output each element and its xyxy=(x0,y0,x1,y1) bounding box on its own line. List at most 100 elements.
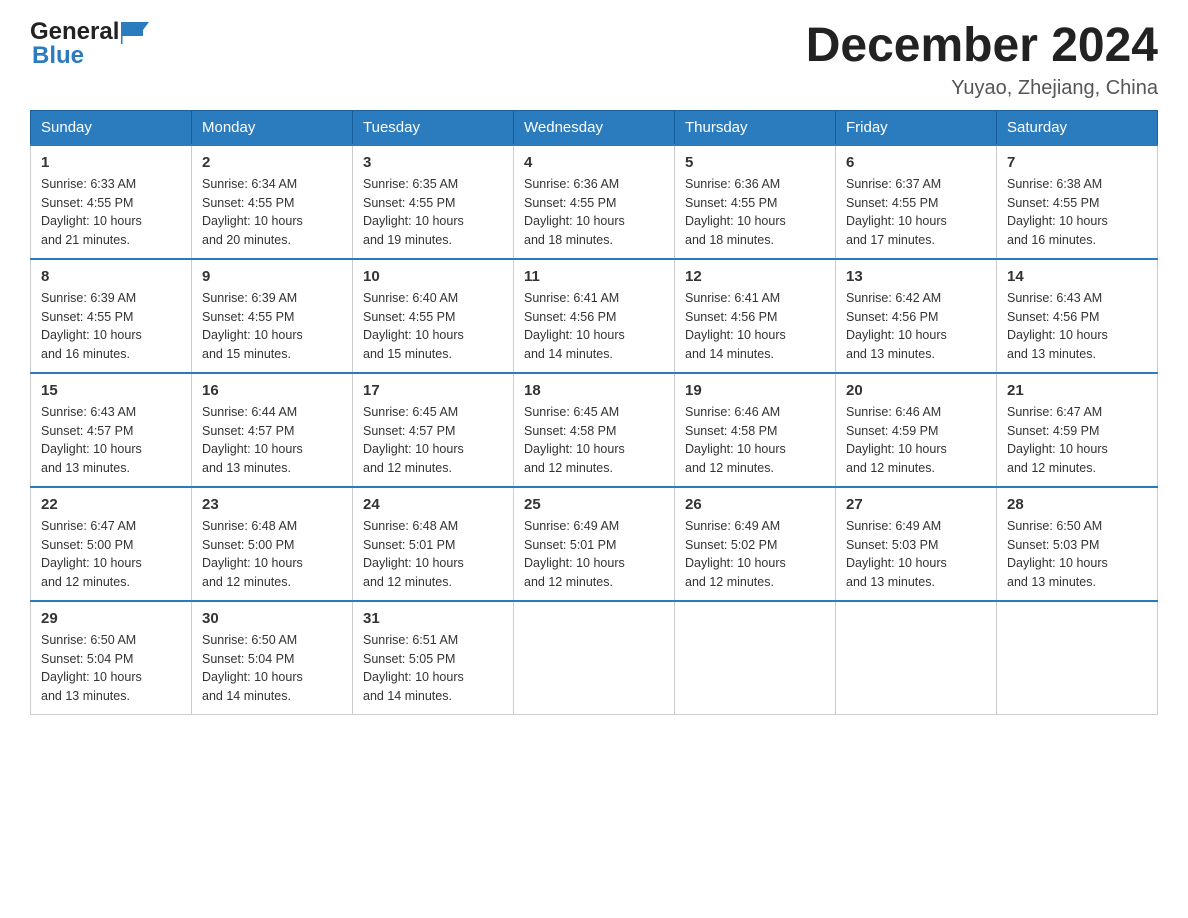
calendar-cell: 25 Sunrise: 6:49 AM Sunset: 5:01 PM Dayl… xyxy=(514,487,675,601)
calendar-cell xyxy=(675,601,836,715)
header-tuesday: Tuesday xyxy=(353,110,514,145)
day-info: Sunrise: 6:50 AM Sunset: 5:04 PM Dayligh… xyxy=(41,631,181,706)
day-number: 11 xyxy=(524,268,664,285)
day-number: 16 xyxy=(202,382,342,399)
day-number: 31 xyxy=(363,610,503,627)
day-number: 1 xyxy=(41,154,181,171)
logo: General Blue xyxy=(30,20,149,68)
day-info: Sunrise: 6:44 AM Sunset: 4:57 PM Dayligh… xyxy=(202,403,342,478)
calendar-header-row: Sunday Monday Tuesday Wednesday Thursday… xyxy=(31,110,1158,145)
day-info: Sunrise: 6:36 AM Sunset: 4:55 PM Dayligh… xyxy=(685,175,825,250)
day-number: 10 xyxy=(363,268,503,285)
day-number: 8 xyxy=(41,268,181,285)
day-number: 6 xyxy=(846,154,986,171)
header-thursday: Thursday xyxy=(675,110,836,145)
calendar-cell: 9 Sunrise: 6:39 AM Sunset: 4:55 PM Dayli… xyxy=(192,259,353,373)
calendar-cell: 5 Sunrise: 6:36 AM Sunset: 4:55 PM Dayli… xyxy=(675,145,836,259)
calendar-cell: 1 Sunrise: 6:33 AM Sunset: 4:55 PM Dayli… xyxy=(31,145,192,259)
header-friday: Friday xyxy=(836,110,997,145)
calendar-cell xyxy=(514,601,675,715)
header-sunday: Sunday xyxy=(31,110,192,145)
day-info: Sunrise: 6:38 AM Sunset: 4:55 PM Dayligh… xyxy=(1007,175,1147,250)
day-info: Sunrise: 6:46 AM Sunset: 4:59 PM Dayligh… xyxy=(846,403,986,478)
day-info: Sunrise: 6:49 AM Sunset: 5:01 PM Dayligh… xyxy=(524,517,664,592)
calendar-cell: 18 Sunrise: 6:45 AM Sunset: 4:58 PM Dayl… xyxy=(514,373,675,487)
week-row-3: 15 Sunrise: 6:43 AM Sunset: 4:57 PM Dayl… xyxy=(31,373,1158,487)
day-info: Sunrise: 6:37 AM Sunset: 4:55 PM Dayligh… xyxy=(846,175,986,250)
day-info: Sunrise: 6:42 AM Sunset: 4:56 PM Dayligh… xyxy=(846,289,986,364)
calendar-cell: 27 Sunrise: 6:49 AM Sunset: 5:03 PM Dayl… xyxy=(836,487,997,601)
calendar-cell: 22 Sunrise: 6:47 AM Sunset: 5:00 PM Dayl… xyxy=(31,487,192,601)
day-info: Sunrise: 6:49 AM Sunset: 5:02 PM Dayligh… xyxy=(685,517,825,592)
day-info: Sunrise: 6:50 AM Sunset: 5:03 PM Dayligh… xyxy=(1007,517,1147,592)
calendar-cell: 4 Sunrise: 6:36 AM Sunset: 4:55 PM Dayli… xyxy=(514,145,675,259)
day-number: 9 xyxy=(202,268,342,285)
day-info: Sunrise: 6:39 AM Sunset: 4:55 PM Dayligh… xyxy=(41,289,181,364)
day-info: Sunrise: 6:43 AM Sunset: 4:57 PM Dayligh… xyxy=(41,403,181,478)
day-number: 17 xyxy=(363,382,503,399)
calendar-cell: 17 Sunrise: 6:45 AM Sunset: 4:57 PM Dayl… xyxy=(353,373,514,487)
calendar-cell: 29 Sunrise: 6:50 AM Sunset: 5:04 PM Dayl… xyxy=(31,601,192,715)
calendar-cell: 24 Sunrise: 6:48 AM Sunset: 5:01 PM Dayl… xyxy=(353,487,514,601)
calendar-cell: 8 Sunrise: 6:39 AM Sunset: 4:55 PM Dayli… xyxy=(31,259,192,373)
day-number: 28 xyxy=(1007,496,1147,513)
week-row-5: 29 Sunrise: 6:50 AM Sunset: 5:04 PM Dayl… xyxy=(31,601,1158,715)
calendar-cell: 21 Sunrise: 6:47 AM Sunset: 4:59 PM Dayl… xyxy=(997,373,1158,487)
day-info: Sunrise: 6:47 AM Sunset: 5:00 PM Dayligh… xyxy=(41,517,181,592)
day-number: 27 xyxy=(846,496,986,513)
day-info: Sunrise: 6:34 AM Sunset: 4:55 PM Dayligh… xyxy=(202,175,342,250)
day-info: Sunrise: 6:51 AM Sunset: 5:05 PM Dayligh… xyxy=(363,631,503,706)
calendar-cell: 2 Sunrise: 6:34 AM Sunset: 4:55 PM Dayli… xyxy=(192,145,353,259)
day-info: Sunrise: 6:43 AM Sunset: 4:56 PM Dayligh… xyxy=(1007,289,1147,364)
calendar-cell: 23 Sunrise: 6:48 AM Sunset: 5:00 PM Dayl… xyxy=(192,487,353,601)
title-area: December 2024 Yuyao, Zhejiang, China xyxy=(806,20,1158,100)
calendar-cell: 11 Sunrise: 6:41 AM Sunset: 4:56 PM Dayl… xyxy=(514,259,675,373)
day-number: 25 xyxy=(524,496,664,513)
day-number: 18 xyxy=(524,382,664,399)
day-number: 5 xyxy=(685,154,825,171)
location-title: Yuyao, Zhejiang, China xyxy=(806,77,1158,100)
calendar-cell xyxy=(836,601,997,715)
calendar-cell: 12 Sunrise: 6:41 AM Sunset: 4:56 PM Dayl… xyxy=(675,259,836,373)
day-number: 2 xyxy=(202,154,342,171)
week-row-2: 8 Sunrise: 6:39 AM Sunset: 4:55 PM Dayli… xyxy=(31,259,1158,373)
logo-flag-icon xyxy=(121,22,149,44)
day-info: Sunrise: 6:41 AM Sunset: 4:56 PM Dayligh… xyxy=(685,289,825,364)
day-info: Sunrise: 6:45 AM Sunset: 4:58 PM Dayligh… xyxy=(524,403,664,478)
calendar-cell: 13 Sunrise: 6:42 AM Sunset: 4:56 PM Dayl… xyxy=(836,259,997,373)
calendar-cell xyxy=(997,601,1158,715)
day-number: 13 xyxy=(846,268,986,285)
day-info: Sunrise: 6:36 AM Sunset: 4:55 PM Dayligh… xyxy=(524,175,664,250)
calendar-cell: 30 Sunrise: 6:50 AM Sunset: 5:04 PM Dayl… xyxy=(192,601,353,715)
day-number: 21 xyxy=(1007,382,1147,399)
day-info: Sunrise: 6:47 AM Sunset: 4:59 PM Dayligh… xyxy=(1007,403,1147,478)
day-number: 20 xyxy=(846,382,986,399)
day-info: Sunrise: 6:48 AM Sunset: 5:00 PM Dayligh… xyxy=(202,517,342,592)
day-info: Sunrise: 6:45 AM Sunset: 4:57 PM Dayligh… xyxy=(363,403,503,478)
day-number: 7 xyxy=(1007,154,1147,171)
day-number: 23 xyxy=(202,496,342,513)
day-number: 15 xyxy=(41,382,181,399)
day-info: Sunrise: 6:39 AM Sunset: 4:55 PM Dayligh… xyxy=(202,289,342,364)
day-number: 12 xyxy=(685,268,825,285)
calendar-cell: 3 Sunrise: 6:35 AM Sunset: 4:55 PM Dayli… xyxy=(353,145,514,259)
day-info: Sunrise: 6:40 AM Sunset: 4:55 PM Dayligh… xyxy=(363,289,503,364)
day-number: 19 xyxy=(685,382,825,399)
day-info: Sunrise: 6:46 AM Sunset: 4:58 PM Dayligh… xyxy=(685,403,825,478)
header-wednesday: Wednesday xyxy=(514,110,675,145)
day-number: 14 xyxy=(1007,268,1147,285)
calendar-cell: 7 Sunrise: 6:38 AM Sunset: 4:55 PM Dayli… xyxy=(997,145,1158,259)
calendar-cell: 19 Sunrise: 6:46 AM Sunset: 4:58 PM Dayl… xyxy=(675,373,836,487)
day-number: 24 xyxy=(363,496,503,513)
calendar-cell: 26 Sunrise: 6:49 AM Sunset: 5:02 PM Dayl… xyxy=(675,487,836,601)
day-number: 4 xyxy=(524,154,664,171)
calendar-cell: 31 Sunrise: 6:51 AM Sunset: 5:05 PM Dayl… xyxy=(353,601,514,715)
logo-blue-text: Blue xyxy=(32,44,149,68)
logo-general: General xyxy=(30,20,149,44)
day-info: Sunrise: 6:41 AM Sunset: 4:56 PM Dayligh… xyxy=(524,289,664,364)
day-info: Sunrise: 6:33 AM Sunset: 4:55 PM Dayligh… xyxy=(41,175,181,250)
week-row-1: 1 Sunrise: 6:33 AM Sunset: 4:55 PM Dayli… xyxy=(31,145,1158,259)
day-number: 3 xyxy=(363,154,503,171)
calendar-cell: 15 Sunrise: 6:43 AM Sunset: 4:57 PM Dayl… xyxy=(31,373,192,487)
day-number: 22 xyxy=(41,496,181,513)
